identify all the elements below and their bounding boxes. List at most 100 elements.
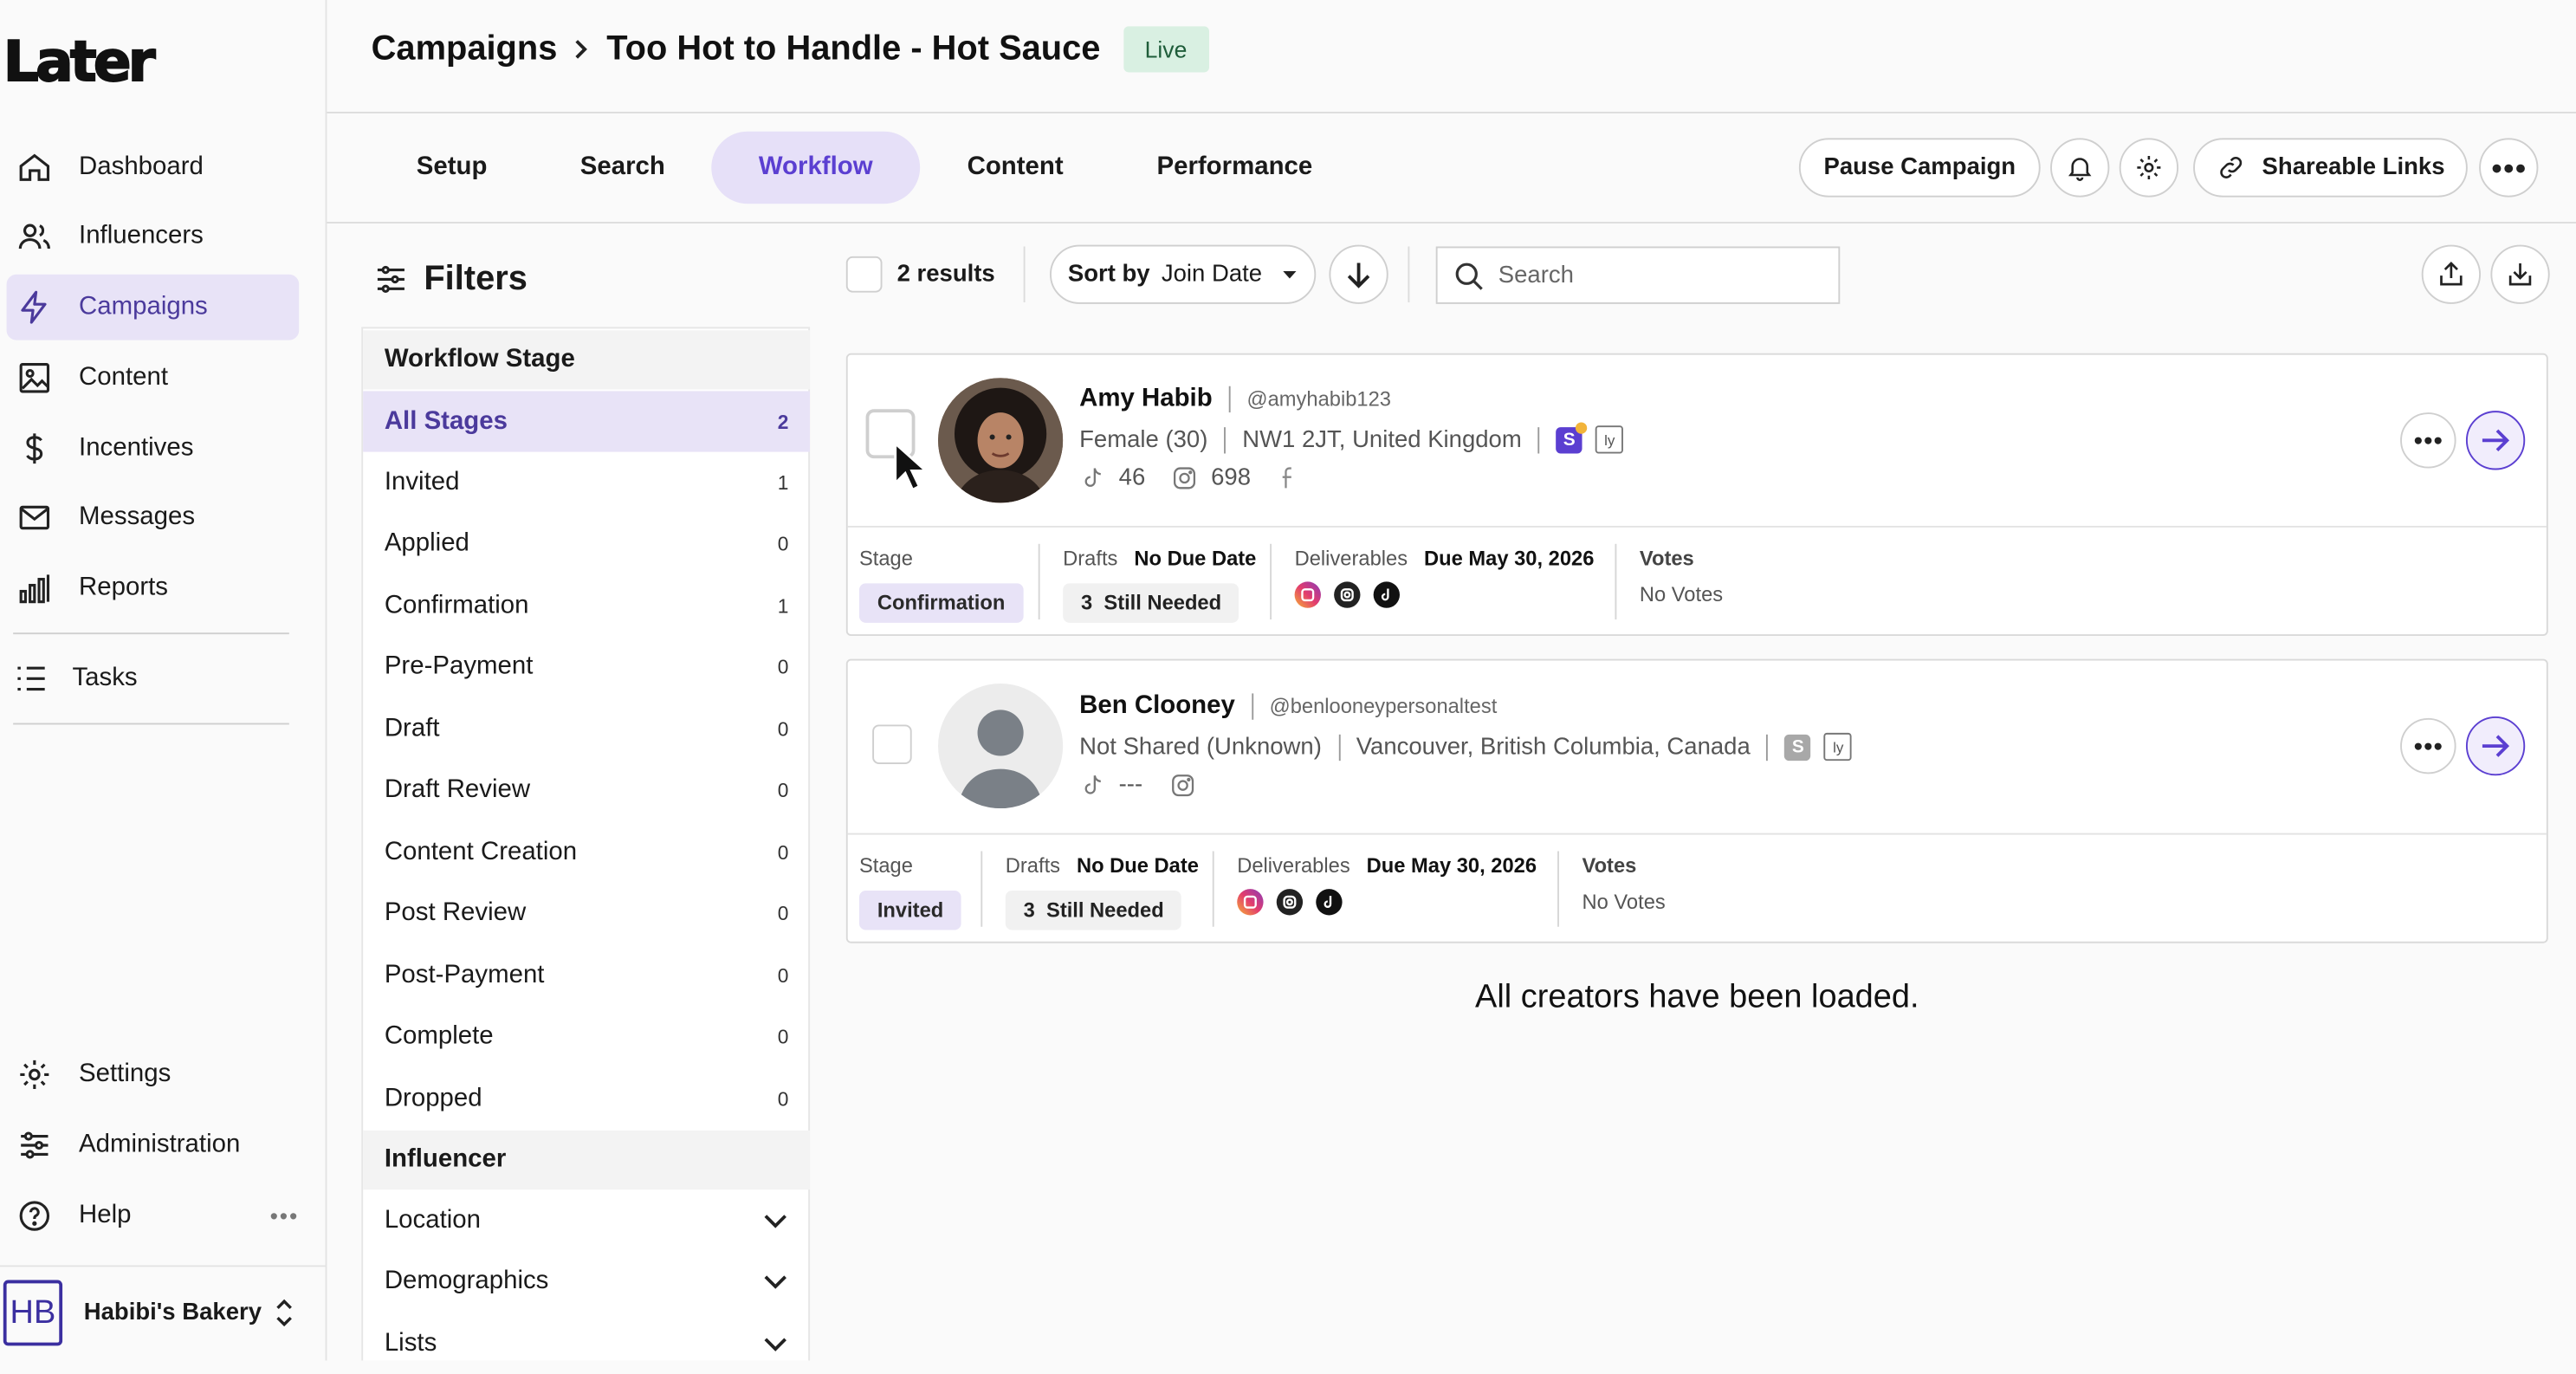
sort-select[interactable]: Sort by Join Date [1049, 244, 1317, 304]
stage-badge[interactable]: Invited [858, 891, 962, 930]
filter-stage-confirmation[interactable]: Confirmation 1 [363, 575, 810, 636]
tab-performance[interactable]: Performance [1132, 132, 1337, 204]
toolbar-divider [1408, 246, 1410, 302]
sidebar-item-campaigns[interactable]: Campaigns [6, 274, 300, 340]
votes-label: Votes [1582, 854, 1637, 878]
search-placeholder: Search [1498, 262, 1574, 288]
filter-stage-content-creation[interactable]: Content Creation 0 [363, 821, 810, 882]
sort-prefix: Sort by [1067, 261, 1150, 288]
tab-search[interactable]: Search [557, 132, 689, 204]
filter-stage-label: Post-Payment [384, 960, 545, 988]
sidebar-item-reports[interactable]: Reports [7, 555, 300, 621]
instagram-reel-icon [1294, 581, 1321, 608]
dollar-icon [16, 431, 53, 467]
creator-location: Vancouver, British Columbia, Canada [1356, 733, 1751, 761]
creator-more-button[interactable]: ●●● [2400, 412, 2456, 469]
pause-campaign-button[interactable]: Pause Campaign [1798, 138, 2041, 198]
more-icon[interactable]: ••• [270, 1202, 300, 1228]
sort-direction-button[interactable] [1329, 244, 1388, 304]
chevron-down-icon [762, 1335, 788, 1351]
still-needed-badge: 3 Still Needed [1063, 583, 1239, 623]
creator-card[interactable]: Ben Clooney @benlooneypersonaltest Not S… [845, 658, 2548, 943]
sidebar-item-content[interactable]: Content [7, 345, 300, 411]
chevron-down-icon [762, 1212, 788, 1228]
tab-content[interactable]: Content [943, 132, 1088, 204]
filter-location[interactable]: Location [363, 1189, 810, 1250]
creator-open-button[interactable] [2465, 716, 2526, 776]
stage-badge[interactable]: Confirmation [858, 583, 1024, 623]
filter-stage-post-review[interactable]: Post Review 0 [363, 883, 810, 943]
sidebar-item-help[interactable]: Help ••• [7, 1183, 300, 1249]
sidebar-item-label: Settings [79, 1060, 172, 1088]
instagram-icon [1172, 465, 1198, 491]
tab-setup[interactable]: Setup [386, 132, 518, 204]
creator-handle: @benlooneypersonaltest [1269, 695, 1498, 718]
filter-stage-draft-review[interactable]: Draft Review 0 [363, 759, 810, 820]
filter-lists[interactable]: Lists [363, 1312, 810, 1373]
list-icon [13, 660, 49, 697]
tiktok-icon [1079, 772, 1105, 798]
arrow-right-icon [2479, 733, 2512, 759]
breadcrumb-campaigns[interactable]: Campaigns [372, 29, 558, 69]
filter-stage-pre-payment[interactable]: Pre-Payment 0 [363, 636, 810, 697]
filter-stage-label: Content Creation [384, 837, 578, 865]
filter-stage-complete[interactable]: Complete 0 [363, 1006, 810, 1066]
more-options-button[interactable]: ●●● [2479, 138, 2539, 198]
creator-card[interactable]: Amy Habib @amyhabib123 Female (30) NW1 2… [845, 353, 2548, 637]
filter-stage-count: 0 [777, 1086, 789, 1111]
filter-stage-count: 0 [777, 778, 789, 801]
download-button[interactable] [2490, 244, 2550, 304]
tiktok-icon [1373, 581, 1400, 608]
select-all-checkbox[interactable] [845, 256, 883, 293]
filter-stage-applied[interactable]: Applied 0 [363, 513, 810, 574]
filter-stage-all[interactable]: All Stages 2 [363, 391, 811, 452]
votes-value: No Votes [1582, 891, 1666, 914]
filter-stage-dropped[interactable]: Dropped 0 [363, 1068, 810, 1129]
link-icon [2216, 152, 2245, 182]
filters-header: Filters [374, 260, 527, 300]
shareable-links-button[interactable]: Shareable Links [2193, 138, 2468, 198]
drafts-label: Drafts [1005, 854, 1061, 878]
sidebar-item-settings[interactable]: Settings [7, 1042, 300, 1108]
creator-name[interactable]: Ben Clooney [1079, 692, 1235, 722]
sidebar-item-influencers[interactable]: Influencers [7, 204, 300, 269]
avatar[interactable] [938, 378, 1064, 503]
creator-open-button[interactable] [2465, 411, 2526, 470]
filter-stage-post-payment[interactable]: Post-Payment 0 [363, 945, 810, 1006]
later-logo[interactable]: Later [3, 29, 157, 96]
separator [1337, 733, 1340, 761]
sidebar-item-administration[interactable]: Administration [7, 1112, 300, 1178]
sliders-icon [16, 1127, 53, 1163]
stage-label: Stage [858, 547, 913, 571]
creator-socials-row: --- [1079, 772, 1195, 799]
settings-button[interactable] [2119, 138, 2179, 198]
deliverables-due: Due May 30, 2026 [1424, 547, 1595, 571]
sidebar-item-incentives[interactable]: Incentives [7, 416, 300, 482]
filter-stage-label: Applied [384, 528, 469, 557]
filter-stage-label: Draft Review [384, 774, 531, 803]
sidebar-item-dashboard[interactable]: Dashboard [7, 135, 300, 201]
sidebar-item-messages[interactable]: Messages [7, 485, 300, 551]
separator [1251, 693, 1253, 720]
workspace-switcher[interactable]: HB Habibi's Bakery [0, 1265, 326, 1362]
export-button[interactable] [2421, 244, 2482, 304]
notifications-button[interactable] [2050, 138, 2110, 198]
creator-name[interactable]: Amy Habib [1079, 385, 1213, 414]
gear-icon [2134, 152, 2164, 182]
creator-more-button[interactable]: ●●● [2400, 717, 2456, 774]
creator-checkbox[interactable] [872, 724, 912, 764]
filter-demographics[interactable]: Demographics [363, 1250, 810, 1311]
tiktok-count: 46 [1118, 464, 1146, 492]
search-input[interactable]: Search [1435, 246, 1841, 304]
filter-stage-count: 1 [777, 593, 789, 618]
avatar-placeholder[interactable] [938, 684, 1064, 809]
sidebar-item-tasks[interactable]: Tasks [7, 645, 300, 711]
sidebar-item-label: Dashboard [79, 152, 204, 181]
sidebar-item-label: Content [79, 363, 169, 392]
still-needed-badge: 3 Still Needed [1005, 891, 1182, 930]
sidebar-item-label: Messages [79, 502, 196, 531]
filter-stage-draft[interactable]: Draft 0 [363, 698, 810, 759]
filter-stage-invited[interactable]: Invited 1 [363, 452, 810, 513]
divider [981, 851, 983, 927]
tab-workflow[interactable]: Workflow [711, 131, 921, 204]
